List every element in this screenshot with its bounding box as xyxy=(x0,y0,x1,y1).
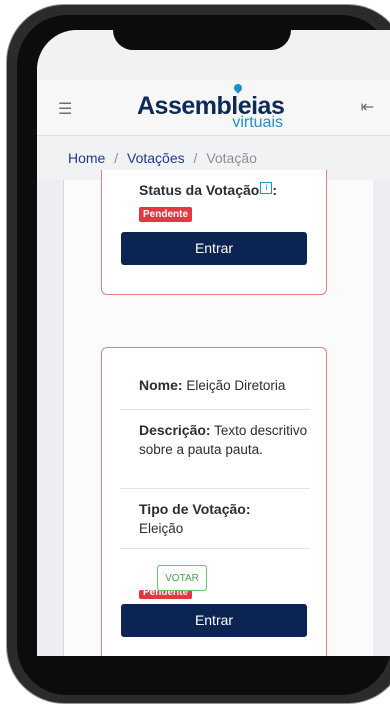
voting-card: Nome: Eleição Diretoria Descrição: Texto… xyxy=(101,347,327,656)
hamburger-icon[interactable]: ☰ xyxy=(58,99,72,119)
phone-screen: ☰ Assembleias virtuais ⇤ Home / Votações… xyxy=(37,30,390,656)
status-label: Status da Votação xyxy=(139,182,260,198)
logo-sub-text: virtuais xyxy=(232,114,283,131)
field-nome: Nome: Eleição Diretoria xyxy=(120,366,310,410)
status-badge: Pendente xyxy=(139,207,193,222)
breadcrumb-votacoes[interactable]: Votações xyxy=(127,150,185,166)
phone-notch xyxy=(113,30,291,50)
votar-button[interactable]: VOTAR xyxy=(157,565,207,591)
tipo-value: Eleição xyxy=(139,521,184,536)
breadcrumb-home[interactable]: Home xyxy=(68,150,105,166)
status-colon: : xyxy=(272,182,277,198)
breadcrumb-current: Votação xyxy=(206,150,257,166)
sidebar-rail-divider xyxy=(63,180,64,656)
nome-label: Nome: xyxy=(139,377,183,393)
logout-icon[interactable]: ⇤ xyxy=(361,97,374,117)
descricao-label: Descrição: xyxy=(139,422,211,438)
right-rail xyxy=(373,180,390,656)
main-content: Status da Votação i: Pendente Entrar Nome… xyxy=(37,170,390,656)
status-row: Status da Votação i: xyxy=(139,182,277,198)
breadcrumb-separator: / xyxy=(114,150,119,166)
tipo-label: Tipo de Votação: xyxy=(139,501,251,517)
enter-button[interactable]: Entrar xyxy=(121,232,307,265)
field-descricao: Descrição: Texto descritivo sobre a paut… xyxy=(120,410,310,489)
app-header: ☰ Assembleias virtuais ⇤ xyxy=(37,80,390,136)
app-logo[interactable]: Assembleias virtuais xyxy=(137,82,287,131)
info-icon[interactable]: i xyxy=(260,182,273,194)
field-tipo: Tipo de Votação: Eleição xyxy=(120,489,310,549)
nome-value: Eleição Diretoria xyxy=(186,378,286,393)
breadcrumb-separator: / xyxy=(193,150,198,166)
enter-button[interactable]: Entrar xyxy=(121,604,307,637)
sidebar-rail xyxy=(37,180,64,656)
voting-card: Status da Votação i: Pendente Entrar xyxy=(101,170,327,295)
